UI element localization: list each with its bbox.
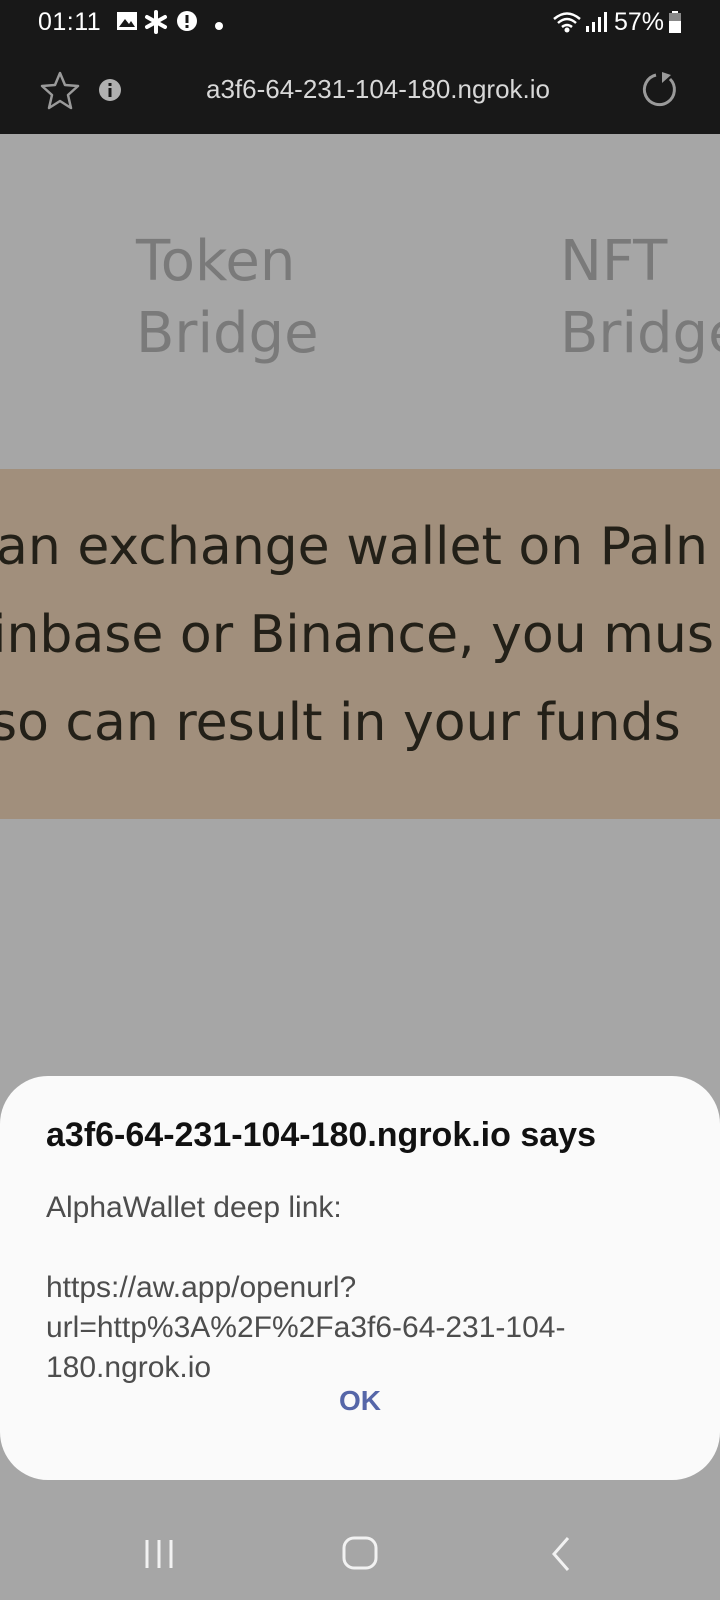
dot-icon [214,18,224,36]
warning-line: so can result in your funds [0,693,681,753]
ok-button[interactable]: OK [300,1376,420,1426]
image-icon [116,10,138,37]
battery-percent: 57% [614,8,665,36]
info-icon[interactable] [98,78,122,107]
asterisk-icon [144,10,168,39]
tab-token-line1: Token [136,229,296,294]
reload-icon[interactable] [640,70,680,115]
back-icon[interactable] [532,1528,592,1578]
battery-icon [668,10,682,39]
warning-line: an exchange wallet on Paln [0,517,708,577]
browser-toolbar: a3f6-64-231-104-180.ngrok.io [0,46,720,134]
status-time: 01:11 [38,8,102,36]
dialog-message: AlphaWallet deep link: https://aw.app/op… [46,1191,566,1384]
tab-token-bridge[interactable]: Token Bridge [136,226,319,370]
star-icon[interactable] [40,70,80,115]
alert-dialog: a3f6-64-231-104-180.ngrok.io says AlphaW… [0,1076,720,1480]
tab-nft-line1: NFT [560,229,668,294]
signal-icon [584,10,610,39]
home-icon[interactable] [330,1528,390,1578]
status-bar: 01:11 57% [0,0,720,46]
tab-token-line2: Bridge [136,301,319,366]
warning-line: inbase or Binance, you mus [0,605,714,665]
tab-nft-bridge[interactable]: NFT Bridge [560,226,720,370]
dialog-title: a3f6-64-231-104-180.ngrok.io says [46,1116,596,1154]
alert-icon [176,10,198,37]
wifi-icon [552,10,582,39]
recents-icon[interactable] [130,1528,190,1578]
warning-banner: an exchange wallet on Paln inbase or Bin… [0,469,720,819]
url-field[interactable]: a3f6-64-231-104-180.ngrok.io [140,74,616,105]
nav-bar [0,1508,720,1600]
tab-nft-line2: Bridge [560,301,720,366]
